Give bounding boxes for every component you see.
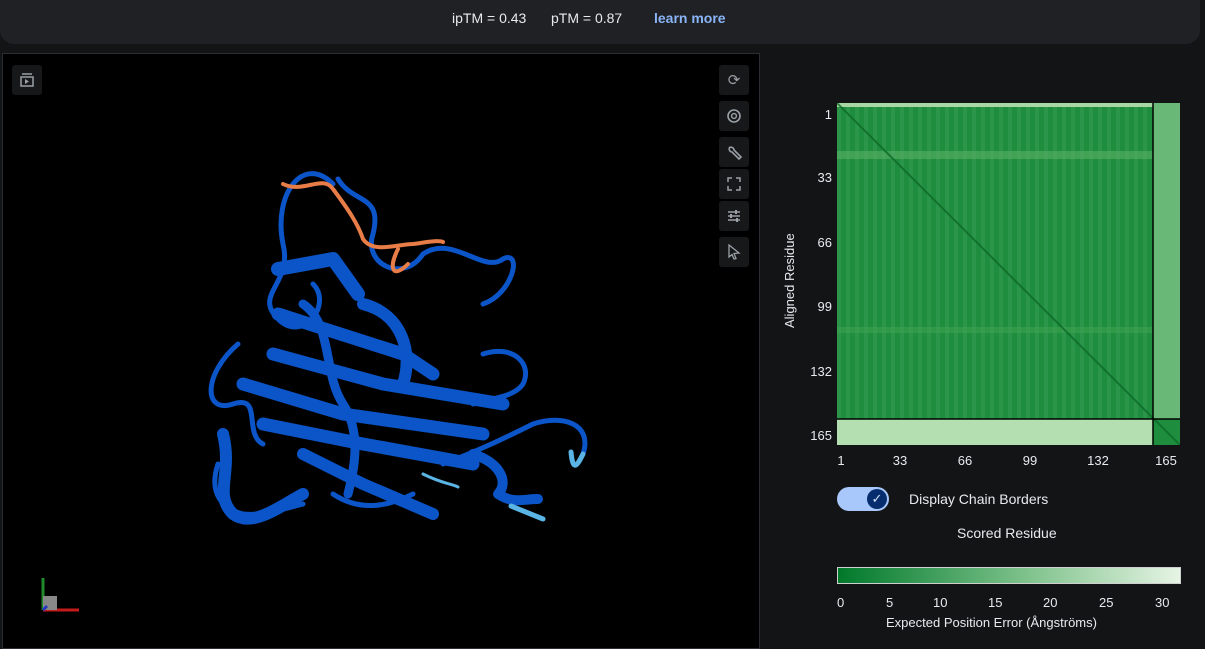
y-tick: 132 — [810, 364, 832, 379]
refresh-icon[interactable]: ⟳ — [719, 65, 749, 95]
check-icon: ✓ — [867, 489, 887, 509]
sliders-icon-glyph — [728, 210, 740, 222]
pae-heatmap[interactable] — [837, 103, 1180, 445]
toggle-label: Display Chain Borders — [909, 491, 1049, 507]
colorbar-tick: 25 — [1099, 595, 1114, 610]
iptm-value: ipTM = 0.43 — [452, 10, 527, 26]
pae-colorbar — [837, 567, 1181, 584]
camera-icon[interactable] — [719, 101, 749, 131]
colorbar-tick: 30 — [1155, 595, 1170, 610]
x-tick: 33 — [892, 453, 908, 468]
camera-icon-glyph — [727, 109, 741, 123]
fullscreen-icon-glyph — [727, 177, 741, 191]
y-tick: 33 — [817, 170, 832, 185]
x-tick: 1 — [837, 453, 845, 468]
protein-structure — [208, 171, 588, 525]
y-tick: 165 — [810, 428, 832, 443]
colorbar-label: Expected Position Error (Ångströms) — [886, 615, 1097, 630]
axes-indicator-icon — [41, 578, 79, 612]
y-tick: 66 — [817, 235, 832, 250]
metrics-bar: ipTM = 0.43 pTM = 0.87 learn more — [0, 0, 1200, 44]
y-tick: 1 — [824, 107, 832, 122]
colorbar-tick: 0 — [837, 595, 845, 610]
colorbar-tick: 10 — [933, 595, 948, 610]
colorbar-tick: 5 — [886, 595, 894, 610]
chain-borders-toggle[interactable]: ✓ — [837, 487, 889, 511]
colorbar-tick: 15 — [988, 595, 1003, 610]
x-tick: 165 — [1155, 453, 1177, 468]
cursor-icon[interactable] — [719, 237, 749, 267]
x-axis-label: Scored Residue — [957, 525, 1057, 541]
x-tick: 132 — [1087, 453, 1109, 468]
wrench-icon-glyph — [728, 146, 742, 160]
sliders-icon[interactable] — [719, 201, 749, 231]
x-tick: 99 — [1022, 453, 1038, 468]
ptm-value: pTM = 0.87 — [551, 10, 623, 26]
cursor-icon-glyph — [728, 244, 741, 260]
y-tick: 99 — [817, 299, 832, 314]
learn-more-link[interactable]: learn more — [654, 10, 726, 26]
fullscreen-icon[interactable] — [719, 169, 749, 199]
colorbar-tick: 20 — [1043, 595, 1058, 610]
sequence-view-icon-glyph — [20, 73, 34, 87]
sequence-view-icon[interactable] — [12, 65, 42, 95]
x-tick: 66 — [957, 453, 973, 468]
wrench-icon[interactable] — [719, 137, 749, 167]
structure-viewer[interactable]: ⟳ — [2, 53, 760, 649]
